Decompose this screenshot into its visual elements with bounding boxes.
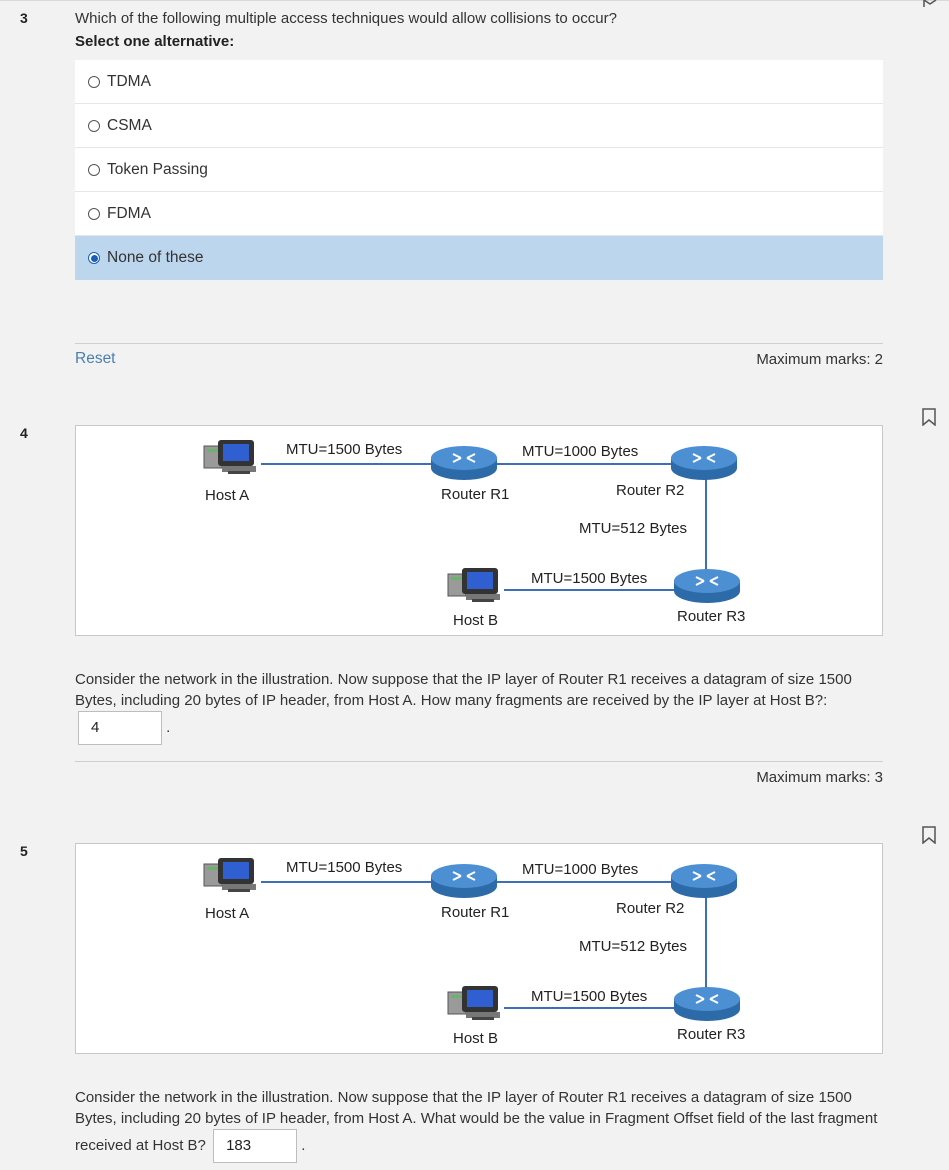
question-number: 4: [20, 425, 28, 441]
router-icon: [674, 569, 740, 603]
option-csma[interactable]: CSMA: [75, 104, 883, 148]
question-body: Consider the network in the illustration…: [75, 1089, 878, 1154]
network-links: [203, 858, 740, 1021]
router-icon: [674, 987, 740, 1021]
node-label: Router R3: [677, 608, 746, 625]
answer-options: TDMA CSMA Token Passing FDMA None of the…: [75, 60, 883, 280]
option-token-passing[interactable]: Token Passing: [75, 148, 883, 192]
radio-button-icon[interactable]: [88, 207, 100, 220]
question-number: 5: [20, 843, 28, 859]
option-fdma[interactable]: FDMA: [75, 192, 883, 236]
answer-input[interactable]: 183: [213, 1129, 298, 1163]
question-text: Consider the network in the illustration…: [75, 1087, 885, 1163]
max-marks: Maximum marks: 3: [756, 769, 883, 786]
radio-button-icon[interactable]: [88, 252, 100, 264]
computer-icon: [203, 858, 256, 892]
node-label: Router R2: [616, 482, 685, 499]
node-label: Host B: [453, 612, 499, 629]
router-icon: [431, 446, 497, 480]
router-icon: [671, 446, 737, 480]
question-text: Which of the following multiple access t…: [75, 10, 617, 27]
option-label: CSMA: [107, 116, 152, 134]
network-diagram: MTU=1500 Bytes MTU=1000 Bytes MTU=512 By…: [75, 425, 883, 636]
router-icon: [671, 864, 737, 898]
option-label: Token Passing: [107, 160, 208, 178]
option-label: FDMA: [107, 204, 151, 222]
mtu-label: MTU=1000 Bytes: [522, 443, 639, 460]
node-label: Router R2: [616, 900, 685, 917]
node-label: Router R1: [441, 904, 510, 921]
question-body: Consider the network in the illustration…: [75, 671, 852, 709]
trailing-text: .: [166, 718, 171, 736]
flag-icon[interactable]: [921, 408, 937, 426]
divider: [75, 343, 883, 344]
trailing-text: .: [301, 1136, 306, 1154]
mtu-label: MTU=1500 Bytes: [531, 570, 648, 587]
option-tdma[interactable]: TDMA: [75, 60, 883, 104]
radio-button-icon[interactable]: [88, 119, 100, 132]
computer-icon: [447, 568, 500, 602]
network-links: [203, 440, 740, 603]
mtu-label: MTU=512 Bytes: [579, 938, 687, 955]
computer-icon: [203, 440, 256, 474]
radio-button-icon[interactable]: [88, 163, 100, 176]
computer-icon: [447, 986, 500, 1020]
mtu-label: MTU=1000 Bytes: [522, 861, 639, 878]
question-number: 3: [20, 10, 28, 26]
mtu-label: MTU=1500 Bytes: [286, 441, 403, 458]
divider: [75, 761, 883, 762]
answer-input[interactable]: 4: [78, 711, 162, 745]
reset-link[interactable]: Reset: [75, 350, 116, 368]
question-text: Consider the network in the illustration…: [75, 669, 885, 745]
max-marks: Maximum marks: 2: [756, 351, 883, 368]
radio-button-icon[interactable]: [88, 75, 100, 88]
question-instruction: Select one alternative:: [75, 33, 235, 50]
node-label: Host A: [205, 487, 250, 504]
flag-icon[interactable]: [923, 0, 937, 8]
router-icon: [431, 864, 497, 898]
mtu-label: MTU=512 Bytes: [579, 520, 687, 537]
node-label: Host B: [453, 1030, 499, 1047]
node-label: Host A: [205, 905, 250, 922]
node-label: Router R3: [677, 1026, 746, 1043]
option-none-of-these[interactable]: None of these: [75, 236, 883, 280]
option-label: TDMA: [107, 72, 151, 90]
option-label: None of these: [107, 249, 204, 266]
flag-icon[interactable]: [921, 826, 937, 844]
mtu-label: MTU=1500 Bytes: [531, 988, 648, 1005]
network-diagram: MTU=1500 Bytes MTU=1000 Bytes MTU=512 By…: [75, 843, 883, 1054]
node-label: Router R1: [441, 486, 510, 503]
mtu-label: MTU=1500 Bytes: [286, 859, 403, 876]
